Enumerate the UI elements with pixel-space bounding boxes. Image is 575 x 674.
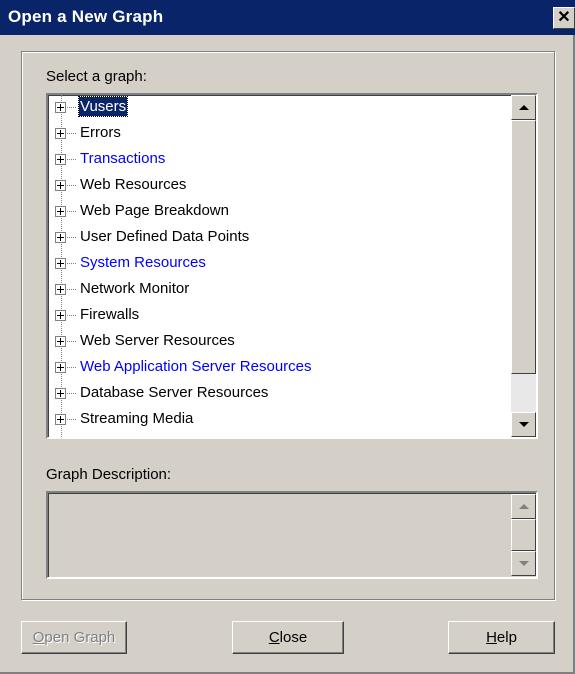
tree-item[interactable]: Web Server Resources xyxy=(48,329,508,355)
tree-item-label[interactable]: User Defined Data Points xyxy=(79,227,250,246)
help-mnemonic: H xyxy=(486,629,497,646)
close-icon: ✕ xyxy=(557,9,571,26)
description-scroll-up-button[interactable] xyxy=(511,494,536,519)
graph-description-label: Graph Description: xyxy=(46,466,172,483)
tree-branch-line xyxy=(67,393,76,394)
description-scroll-down-button[interactable] xyxy=(511,551,536,576)
tree-branch-line xyxy=(67,185,76,186)
tree-branch-line xyxy=(67,237,76,238)
help-button[interactable]: Help xyxy=(448,621,555,654)
tree-item-label[interactable]: Web Application Server Resources xyxy=(79,357,313,376)
tree-item[interactable]: Network Monitor xyxy=(48,277,508,303)
expand-plus-icon[interactable] xyxy=(55,388,66,399)
tree-scroll-up-button[interactable] xyxy=(511,95,536,120)
tree-item[interactable]: Streaming Media xyxy=(48,407,508,433)
expand-plus-icon[interactable] xyxy=(55,128,66,139)
arrow-up-icon xyxy=(519,504,529,509)
arrow-up-icon xyxy=(519,105,529,110)
tree-item-label[interactable]: Streaming Media xyxy=(79,409,194,428)
tree-item-label[interactable]: Firewalls xyxy=(79,305,140,324)
tree-scroll-thumb[interactable] xyxy=(511,120,536,374)
close-window-button[interactable]: ✕ xyxy=(553,7,575,29)
tree-item[interactable]: Web Page Breakdown xyxy=(48,199,508,225)
tree-branch-line xyxy=(67,419,76,420)
expand-plus-icon[interactable] xyxy=(55,310,66,321)
close-mnemonic: C xyxy=(268,629,280,646)
tree-item[interactable]: Firewalls xyxy=(48,303,508,329)
expand-plus-icon[interactable] xyxy=(55,284,66,295)
expand-plus-icon[interactable] xyxy=(55,206,66,217)
tree-branch-line xyxy=(67,289,76,290)
tree-item-label[interactable]: Errors xyxy=(79,123,122,142)
tree-item[interactable]: Web Application Server Resources xyxy=(48,355,508,381)
tree-vertical-scrollbar[interactable] xyxy=(511,95,536,437)
open-graph-button[interactable]: Open Graph xyxy=(21,621,127,654)
select-graph-label: Select a graph: xyxy=(46,68,147,85)
tree-branch-line xyxy=(67,315,76,316)
tree-item-label[interactable]: System Resources xyxy=(79,253,207,272)
tree-item[interactable]: User Defined Data Points xyxy=(48,225,508,251)
tree-item-label[interactable]: Database Server Resources xyxy=(79,383,269,402)
open-graph-label: pen Graph xyxy=(44,629,116,646)
tree-item-label[interactable]: Transactions xyxy=(79,149,166,168)
tree-branch-line xyxy=(67,211,76,212)
expand-plus-icon[interactable] xyxy=(55,362,66,373)
tree-item-label[interactable]: Network Monitor xyxy=(79,279,190,298)
expand-plus-icon[interactable] xyxy=(55,258,66,269)
description-vertical-scrollbar[interactable] xyxy=(511,494,536,576)
dialog-title: Open a New Graph xyxy=(8,7,164,26)
tree-item-label[interactable]: Web Resources xyxy=(79,175,187,194)
expand-plus-icon[interactable] xyxy=(55,232,66,243)
tree-item[interactable]: Web Resources xyxy=(48,173,508,199)
expand-plus-icon[interactable] xyxy=(55,180,66,191)
help-label: elp xyxy=(496,629,517,646)
tree-item[interactable]: ERP Server Resources xyxy=(48,433,508,437)
tree-item-label[interactable]: Vusers xyxy=(77,96,129,117)
arrow-down-icon xyxy=(519,561,529,566)
open-graph-mnemonic: O xyxy=(32,629,45,646)
tree-branch-line xyxy=(67,263,76,264)
expand-plus-icon[interactable] xyxy=(55,102,66,113)
open-graph-dialog: Open a New Graph ✕ Select a graph: Vuser… xyxy=(0,0,575,674)
arrow-down-icon xyxy=(519,422,529,427)
close-button[interactable]: Close xyxy=(232,621,344,654)
tree-branch-line xyxy=(67,367,76,368)
tree-branch-line xyxy=(67,107,76,108)
tree-item-label[interactable]: Web Server Resources xyxy=(79,331,236,350)
title-bar[interactable]: Open a New Graph ✕ xyxy=(0,0,575,35)
expand-plus-icon[interactable] xyxy=(55,154,66,165)
tree-item[interactable]: Database Server Resources xyxy=(48,381,508,407)
tree-item-label[interactable]: Web Page Breakdown xyxy=(79,201,230,220)
expand-plus-icon[interactable] xyxy=(55,336,66,347)
graph-description-box[interactable] xyxy=(46,491,538,579)
tree-item[interactable]: System Resources xyxy=(48,251,508,277)
tree-item[interactable]: Errors xyxy=(48,121,508,147)
expand-plus-icon[interactable] xyxy=(55,414,66,425)
tree-item-label[interactable]: ERP Server Resources xyxy=(79,435,236,437)
tree-scroll-down-button[interactable] xyxy=(511,412,536,437)
description-scroll-thumb xyxy=(511,519,536,551)
tree-item[interactable]: Transactions xyxy=(48,147,508,173)
close-label: lose xyxy=(279,629,308,646)
tree-branch-line xyxy=(67,133,76,134)
tree-branch-line xyxy=(67,341,76,342)
tree-branch-line xyxy=(67,159,76,160)
graph-tree-list[interactable]: Vusers Errors Transactions Web Resources Web… xyxy=(46,93,538,439)
tree-item[interactable]: Vusers xyxy=(48,95,508,121)
